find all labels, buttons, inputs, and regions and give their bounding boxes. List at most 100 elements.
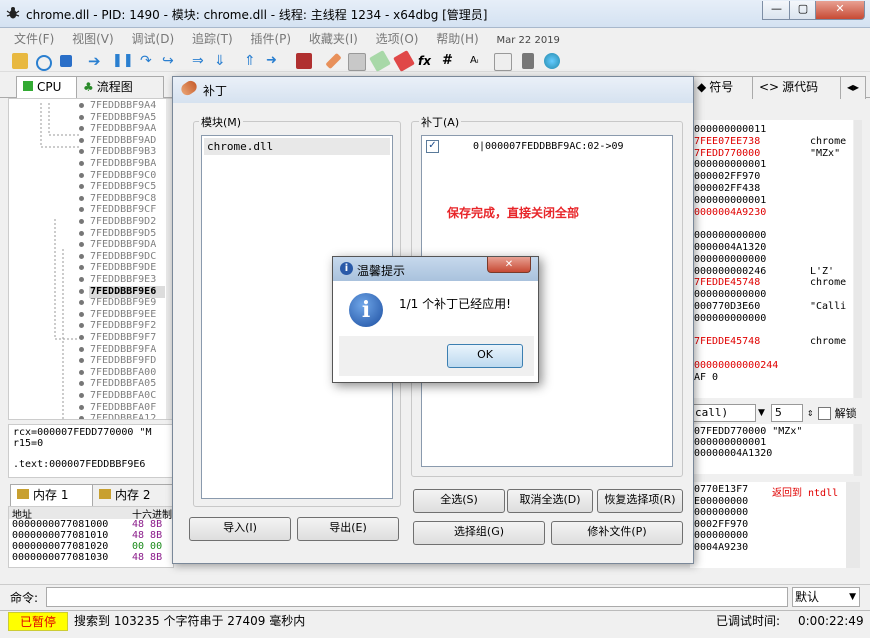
disasm-address[interactable]: 7FEDDBBFA00	[90, 367, 156, 379]
breakpoint-dot[interactable]	[79, 253, 84, 259]
deselect-all-button[interactable]: 取消全选(D)	[507, 489, 593, 513]
open-icon[interactable]	[12, 53, 28, 69]
disasm-address[interactable]: 7FEDDBBFA0C	[90, 390, 156, 402]
register-value[interactable]: AF 0	[694, 372, 718, 383]
menu-plugins[interactable]: 插件(P)	[243, 28, 298, 50]
dump-row[interactable]: 0000000077081010 48 8B	[9, 530, 173, 541]
calculator-icon[interactable]	[522, 53, 534, 69]
disasm-address[interactable]: 7FEDDBBF9D2	[90, 216, 156, 228]
run-to-user-icon[interactable]: ⇓	[214, 53, 230, 69]
tab-scroll-button[interactable]: ◂▸	[840, 76, 866, 99]
breakpoint-dot[interactable]	[79, 288, 84, 294]
breakpoint-dot[interactable]	[79, 137, 84, 143]
register-value[interactable]: 000000000011	[694, 124, 766, 135]
patch-item[interactable]: ✓ 0|000007FEDDBBF9AC:02->09	[426, 140, 668, 153]
chevron-down-icon[interactable]: ▼	[758, 408, 765, 418]
breakpoint-dot[interactable]	[79, 103, 84, 108]
breakpoint-icon[interactable]	[296, 53, 312, 69]
disasm-address[interactable]: 7FEDDBBF9EE	[90, 309, 156, 321]
disasm-address[interactable]: 7FEDDBBF9FA	[90, 344, 156, 356]
stack-dump-pane[interactable]: 0770E13F7 返回到 ntdll E00000000 000000000 0002…	[690, 482, 853, 568]
bookmarks-icon[interactable]	[393, 50, 415, 72]
register-value[interactable]: 0000004A9230	[694, 207, 766, 218]
dump-row[interactable]: 0000000077081000 48 8B	[9, 519, 173, 530]
disasm-address[interactable]: 7FEDDBBF9AD	[90, 135, 156, 147]
register-value[interactable]: 000000000000	[694, 254, 766, 265]
select-group-button[interactable]: 选择组(G)	[413, 521, 545, 545]
menu-trace[interactable]: 追踪(T)	[185, 28, 240, 50]
disasm-address[interactable]: 7FEDDBBF9CF	[90, 204, 156, 216]
register-value[interactable]: 000000000001	[694, 159, 766, 170]
memory-dump[interactable]: 地址 十六进制 0000000077081000 48 8B 00000000770…	[8, 506, 174, 568]
skip-icon[interactable]: ➜	[266, 53, 282, 69]
comments-icon[interactable]	[348, 53, 366, 71]
register-value[interactable]: 000000000246	[694, 266, 766, 277]
patch-icon[interactable]	[325, 52, 342, 70]
dump-row[interactable]: 0000000077081030 48 8B	[9, 552, 173, 563]
export-button[interactable]: 导出(E)	[297, 517, 399, 541]
pause-icon[interactable]: ❚❚	[112, 53, 134, 69]
disasm-address[interactable]: 7FEDDBBF9E6	[90, 286, 156, 298]
labels-icon[interactable]	[369, 50, 391, 72]
registers-scrollbar[interactable]	[854, 120, 862, 398]
register-value[interactable]: 000000000001	[694, 195, 766, 206]
stack-row[interactable]: 07FEDD770000 "MZx"	[694, 426, 802, 437]
register-value[interactable]: 7FEDD770000	[694, 148, 760, 159]
hash-icon[interactable]: #	[442, 53, 458, 69]
breakpoint-dot[interactable]	[79, 195, 84, 201]
disasm-address[interactable]: 7FEDDBBF9D5	[90, 228, 156, 240]
menu-file[interactable]: 文件(F)	[0, 28, 61, 50]
register-value[interactable]: 000002FF438	[694, 183, 760, 194]
register-value[interactable]: 7FEDDE45748	[694, 336, 760, 347]
breakpoint-dot[interactable]	[79, 335, 84, 340]
message-box-close-button[interactable]: ✕	[487, 257, 531, 273]
module-item[interactable]: chrome.dll	[204, 138, 390, 155]
select-all-button[interactable]: 全选(S)	[413, 489, 505, 513]
patch-file-button[interactable]: 修补文件(P)	[551, 521, 683, 545]
tab-source[interactable]: <> 源代码	[752, 76, 852, 99]
register-value[interactable]: 000000000000	[694, 230, 766, 241]
functions-icon[interactable]: fx	[418, 53, 434, 69]
disasm-address[interactable]: 7FEDDBBFA0F	[90, 402, 156, 414]
register-value[interactable]: 000002FF970	[694, 171, 760, 182]
strings-icon[interactable]	[494, 53, 512, 71]
import-button[interactable]: 导入(I)	[189, 517, 291, 541]
breakpoint-dot[interactable]	[79, 172, 84, 178]
stack-dump-row[interactable]: 0002FF970	[694, 519, 748, 530]
run-icon[interactable]: ➔	[88, 53, 104, 69]
breakpoint-dot[interactable]	[79, 114, 84, 120]
restore-selection-button[interactable]: 恢复选择项(R)	[597, 489, 683, 513]
stack-row[interactable]: 000000000001	[694, 437, 766, 448]
disasm-address[interactable]: 7FEDDBBF9C5	[90, 181, 156, 193]
globe-icon[interactable]	[544, 53, 560, 69]
maximize-button[interactable]: ▢	[789, 1, 817, 20]
breakpoint-dot[interactable]	[79, 369, 84, 375]
unlock-checkbox[interactable]	[817, 406, 831, 420]
menu-debug[interactable]: 调试(D)	[125, 28, 182, 50]
breakpoint-dot[interactable]	[79, 404, 84, 410]
register-value[interactable]: 000000000000	[694, 289, 766, 300]
command-input[interactable]	[46, 587, 788, 607]
execute-till-return-icon[interactable]: ⇑	[244, 53, 260, 69]
stack-pane[interactable]: 07FEDD770000 "MZx" 000000000001 00000004A1…	[690, 424, 853, 474]
breakpoint-dot[interactable]	[79, 393, 84, 398]
disassembly-pane[interactable]: 7FEDDBBF9A4 7FEDDBBF9A5 7FEDDBBF9AA 7FEDDBB…	[8, 98, 174, 420]
breakpoint-dot[interactable]	[79, 416, 84, 419]
minimize-button[interactable]: —	[762, 1, 791, 20]
stack-dump-scrollbar[interactable]	[846, 482, 860, 568]
stack-scrollbar[interactable]	[854, 424, 862, 476]
menu-options[interactable]: 选项(O)	[369, 28, 426, 50]
stack-dump-row[interactable]: 0770E13F7	[694, 484, 748, 495]
dump-row[interactable]: 0000000077081020 00 00	[9, 541, 173, 552]
register-value[interactable]: 00000000000244	[694, 360, 778, 371]
command-mode-select[interactable]: 默认 ▼	[792, 587, 860, 607]
font-icon[interactable]: Aᵢ	[470, 53, 486, 69]
disasm-address[interactable]: 7FEDDBBFA12	[90, 413, 156, 419]
menu-favorites[interactable]: 收藏夹(I)	[302, 28, 365, 50]
register-value[interactable]: 7FEDDE45748	[694, 277, 760, 288]
disasm-address[interactable]: 7FEDDBBF9DA	[90, 239, 156, 251]
stack-dump-row[interactable]: 000000000	[694, 530, 748, 541]
disasm-address[interactable]: 7FEDDBBF9A5	[90, 112, 156, 124]
breakpoint-dot[interactable]	[79, 161, 84, 166]
disasm-address[interactable]: 7FEDDBBF9C8	[90, 193, 156, 205]
